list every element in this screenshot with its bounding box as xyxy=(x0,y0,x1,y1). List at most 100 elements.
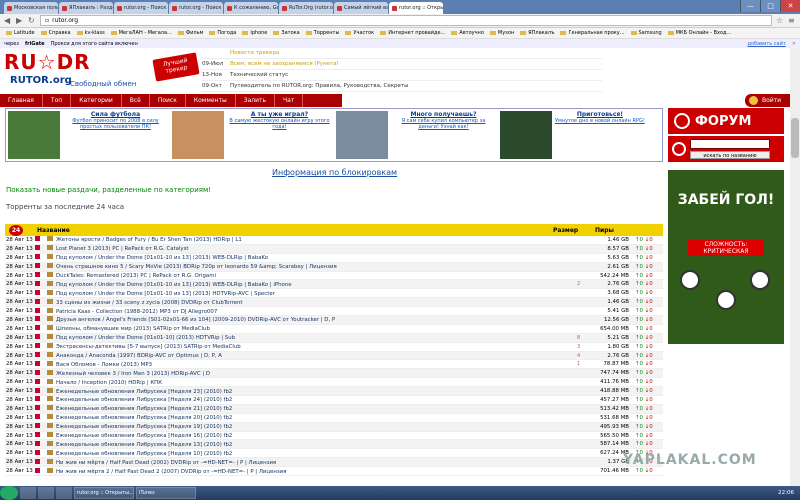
nav-item[interactable]: Категории xyxy=(71,94,122,107)
torrent-row[interactable]: 28 Авг 13 Шпионы, обманувшие мир (2013) S… xyxy=(5,325,663,334)
comments-count[interactable]: 2 xyxy=(577,281,589,287)
promo-title[interactable]: Много получаешь? xyxy=(391,111,496,118)
download-icon[interactable] xyxy=(35,378,40,384)
magnet-icon[interactable] xyxy=(47,458,53,464)
nav-item[interactable]: Комменты xyxy=(186,94,236,107)
torrent-row[interactable]: 28 Авг 13 Ни жив ни мёртв / Half Past Dea… xyxy=(5,458,663,468)
browser-tab[interactable]: rutor.org - Поиск в Гугл... xyxy=(114,2,168,14)
bookmark-item[interactable]: Затока xyxy=(273,30,300,36)
torrent-row[interactable]: 28 Авг 13 Вася Обломов - Ломки (2013) MP3… xyxy=(5,360,663,370)
download-cell[interactable] xyxy=(35,396,47,403)
torrent-row[interactable]: 28 Авг 13 Экстрасенсы-детективы [5-7 выпу… xyxy=(5,343,663,352)
nav-item[interactable]: Топ xyxy=(43,94,72,107)
comments-count[interactable]: 8 xyxy=(577,335,589,341)
torrent-row[interactable]: 28 Авг 13 Под куполом / Under the Dome [0… xyxy=(5,333,663,343)
browser-tab[interactable]: rutor.org :: Открытый тр... xyxy=(389,2,443,14)
promo-desc[interactable]: Умнутое дно в новой онлайн RPG! xyxy=(555,118,645,124)
nav-item[interactable]: Главная xyxy=(0,94,43,107)
magnet-icon[interactable] xyxy=(47,440,53,446)
torrent-row[interactable]: 28 Авг 13 Под куполом / Under the Dome [0… xyxy=(5,254,663,263)
close-icon[interactable]: ✕ xyxy=(792,41,796,47)
download-cell[interactable] xyxy=(35,414,47,421)
close-window-button[interactable]: ✕ xyxy=(780,0,800,12)
bookmark-item[interactable]: kv-klass xyxy=(76,30,105,36)
taskbar-item[interactable]: iTunes xyxy=(136,487,196,499)
promo-desc[interactable]: В самую жестокую онлайн игру этого года! xyxy=(227,118,332,130)
torrent-name[interactable]: Друзья ангелов / Angel's Friends [S01-02… xyxy=(56,317,335,323)
magnet-icon[interactable] xyxy=(47,289,53,295)
download-icon[interactable] xyxy=(35,369,40,375)
bookmark-item[interactable]: Торренты xyxy=(305,30,339,36)
download-icon[interactable] xyxy=(35,360,40,366)
magnet-icon[interactable] xyxy=(47,272,53,277)
nav-item[interactable]: Всё xyxy=(122,94,150,107)
search-input[interactable] xyxy=(690,139,770,149)
magnet-icon[interactable] xyxy=(47,369,53,375)
download-cell[interactable] xyxy=(35,298,47,306)
bookmark-item[interactable]: Участок xyxy=(345,30,374,36)
torrent-row[interactable]: 28 Авг 13 Начало / Inception (2010) HDRip… xyxy=(5,378,663,388)
bookmark-item[interactable]: iphone xyxy=(242,30,267,36)
magnet-icon[interactable] xyxy=(47,449,53,455)
download-cell[interactable] xyxy=(35,325,47,332)
torrent-name[interactable]: Жетоны ярости / Badges of Fury / Bu Er S… xyxy=(56,237,242,243)
torrent-name[interactable]: Еженедельные обновления Либрусека [Недел… xyxy=(56,424,232,430)
menu-icon[interactable]: ≡ xyxy=(788,16,796,25)
download-icon[interactable] xyxy=(35,272,40,277)
download-cell[interactable] xyxy=(35,378,47,386)
url-field[interactable]: ▫ rutor.org xyxy=(40,15,772,26)
maximize-button[interactable]: □ xyxy=(760,0,780,12)
torrent-row[interactable]: 28 Авг 13 Железный человек 3 / Iron Man 3… xyxy=(5,369,663,379)
news-title[interactable]: Технический статус xyxy=(230,72,288,78)
magnet-icon[interactable] xyxy=(47,387,53,393)
browser-tab[interactable]: Самый лёгкий вариант... xyxy=(334,2,388,14)
download-icon[interactable] xyxy=(35,343,40,349)
torrent-name[interactable]: Еженедельные обновления Либрусека [Недел… xyxy=(56,406,232,412)
download-icon[interactable] xyxy=(35,254,40,260)
promo-image[interactable] xyxy=(500,111,552,159)
torrent-row[interactable]: 28 Авг 13 Анаконда / Anaconda (1997) BDRi… xyxy=(5,351,663,361)
download-cell[interactable] xyxy=(35,352,47,359)
news-row[interactable]: 09-Июл Всем, всем не заохраняемся (Рунета… xyxy=(202,59,602,70)
comments-count[interactable]: 1 xyxy=(577,361,589,367)
magnet-icon[interactable] xyxy=(47,280,53,286)
bookmark-item[interactable]: Справка xyxy=(40,30,71,36)
magnet-icon[interactable] xyxy=(47,423,53,429)
bookmark-item[interactable]: Генеральная проку... xyxy=(560,30,625,36)
back-icon[interactable]: ◀ xyxy=(4,16,12,25)
torrent-row[interactable]: 28 Авг 13 33 сцены из жизни / 33 sceny z … xyxy=(5,298,663,308)
magnet-icon[interactable] xyxy=(47,378,53,384)
torrent-name[interactable]: Под куполом / Under the Dome [01x01-10 и… xyxy=(56,255,268,261)
torrent-name[interactable]: Lost Planet 3 (2013) PC | RePack от R.G.… xyxy=(56,246,189,252)
torrent-row[interactable]: 28 Авг 13 Lost Planet 3 (2013) PC | RePac… xyxy=(5,244,663,254)
download-cell[interactable] xyxy=(35,449,47,457)
promo-desc[interactable]: Футбол приносит по 2008 в силу простых п… xyxy=(63,118,168,130)
football-ad[interactable]: ЗАБЕЙ ГОЛ! СЛОЖНОСТЬ: КРИТИЧЕСКАЯ xyxy=(668,170,784,344)
torrent-name[interactable]: Начало / Inception (2010) HDRip | КПК xyxy=(56,380,162,386)
comments-count[interactable]: 4 xyxy=(577,353,589,359)
download-icon[interactable] xyxy=(35,352,40,358)
news-row[interactable]: 09-Окт Путеводитель по RUTOR.org: Правила… xyxy=(202,81,602,92)
download-icon[interactable] xyxy=(35,387,40,393)
torrent-row[interactable]: 28 Авг 13 Еженедельные обновления Либрусе… xyxy=(5,414,663,423)
explorer-icon[interactable] xyxy=(20,487,36,499)
torrent-name[interactable]: Еженедельные обновления Либрусека [Недел… xyxy=(56,451,232,457)
promo-image[interactable] xyxy=(8,111,60,159)
forward-icon[interactable]: ▶ xyxy=(16,16,24,25)
promo-item[interactable]: Много получаешь? Я сам себе купил компьют… xyxy=(334,109,498,161)
news-row[interactable]: 13-Ноя Технический статус xyxy=(202,70,602,81)
magnet-icon[interactable] xyxy=(47,352,53,358)
magnet-icon[interactable] xyxy=(47,307,53,313)
magnet-icon[interactable] xyxy=(47,298,53,304)
download-icon[interactable] xyxy=(35,432,40,438)
torrent-row[interactable]: 28 Авг 13 Еженедельные обновления Либрусе… xyxy=(5,440,663,450)
download-icon[interactable] xyxy=(35,316,40,322)
bookmark-item[interactable]: Latitude xyxy=(6,30,35,36)
bookmark-item[interactable]: ЯПлакалъ xyxy=(520,30,554,36)
download-cell[interactable] xyxy=(35,458,47,466)
magnet-icon[interactable] xyxy=(47,334,53,340)
magnet-icon[interactable] xyxy=(47,405,53,411)
bookmark-item[interactable]: МегаЛАН - Мегала... xyxy=(110,30,172,36)
torrent-name[interactable]: DuckTales: Remastered (2013) PC | RePack… xyxy=(56,273,216,279)
download-cell[interactable] xyxy=(35,405,47,412)
